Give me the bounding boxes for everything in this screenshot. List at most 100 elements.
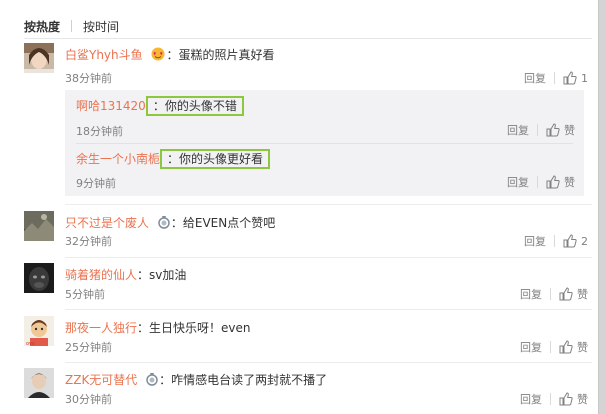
like-button[interactable]: 赞 xyxy=(546,174,575,190)
sub-reply-actions: 回复 赞 xyxy=(507,174,575,190)
like-count: 1 xyxy=(581,71,588,85)
comment-time: 5分钟前 xyxy=(65,288,105,301)
comment-time: 38分钟前 xyxy=(65,72,112,85)
sort-by-time-tab[interactable]: 按时间 xyxy=(83,18,119,35)
username-link[interactable]: 白鲨Yhyh斗鱼 xyxy=(65,48,143,62)
action-separator xyxy=(554,72,555,84)
username-link[interactable]: 啊哈131420 xyxy=(76,99,146,113)
comment-text: 白鲨Yhyh斗鱼 ：蛋糕的照片真好看 xyxy=(65,46,275,64)
avatar[interactable]: ovs xyxy=(24,316,54,346)
medal-badge-icon[interactable] xyxy=(157,215,171,232)
like-label: 赞 xyxy=(577,393,588,406)
svg-text:ovs: ovs xyxy=(26,341,35,346)
comment-item: 骑着猪的仙人：sv加油 5分钟前 回复 赞 xyxy=(24,263,592,308)
like-button[interactable]: 1 xyxy=(563,71,588,85)
action-separator xyxy=(550,393,551,405)
sub-reply-text: 啊哈131420 ：你的头像不错 xyxy=(76,96,244,116)
avatar[interactable] xyxy=(24,211,54,241)
sub-reply-time: 18分钟前 xyxy=(76,125,123,138)
comment-body: sv加油 xyxy=(149,268,187,282)
comment-item: ovs 那夜一人独行：生日快乐呀！even 25分钟前 回复 赞 xyxy=(24,316,592,361)
heart-eyes-badge-icon[interactable] xyxy=(150,47,166,64)
comment-text: 只不过是个废人 ：给EVEN点个赞吧 xyxy=(65,214,275,232)
thumbs-up-icon xyxy=(563,71,577,85)
reply-button[interactable]: 回复 xyxy=(520,339,542,355)
comment-body: 给EVEN点个赞吧 xyxy=(182,216,276,230)
username-link[interactable]: 那夜一人独行 xyxy=(65,321,137,335)
username-link[interactable]: 只不过是个废人 xyxy=(65,216,149,230)
comment-actions: 回复 赞 xyxy=(520,391,588,407)
like-label: 赞 xyxy=(577,341,588,354)
comment-text: ZZK无可替代 ：咋情感电台读了两封就不播了 xyxy=(65,371,327,389)
like-button[interactable]: 赞 xyxy=(559,391,588,407)
thumbs-up-icon xyxy=(559,287,573,301)
colon: ： xyxy=(167,152,180,166)
username-link[interactable]: ZZK无可替代 xyxy=(65,373,137,387)
reply-button[interactable]: 回复 xyxy=(507,122,529,138)
colon: ： xyxy=(137,268,150,282)
comment-text: 骑着猪的仙人：sv加油 xyxy=(65,266,186,283)
action-separator xyxy=(550,341,551,353)
comment-body: 生日快乐呀！even xyxy=(149,321,251,335)
scrollbar-track[interactable] xyxy=(598,0,605,414)
sub-reply-list: 啊哈131420 ：你的头像不错 18分钟前 回复 赞 余生一个小南栀 ：你的头像更… xyxy=(65,90,584,196)
header-divider xyxy=(24,38,592,39)
sub-reply-text: 余生一个小南栀 ：你的头像更好看 xyxy=(76,149,271,169)
sort-tabs: 按热度 按时间 xyxy=(24,18,119,34)
thumbs-up-icon xyxy=(546,175,560,189)
colon: ： xyxy=(170,216,183,230)
colon: ： xyxy=(166,48,179,62)
action-separator xyxy=(550,288,551,300)
reply-button[interactable]: 回复 xyxy=(520,286,542,302)
action-separator xyxy=(554,235,555,247)
sort-by-hot-tab[interactable]: 按热度 xyxy=(24,18,60,35)
sub-reply-body: 你的头像更好看 xyxy=(179,152,264,166)
reply-button[interactable]: 回复 xyxy=(524,233,546,249)
action-separator xyxy=(537,124,538,136)
sub-reply-actions: 回复 赞 xyxy=(507,122,575,138)
thumbs-up-icon xyxy=(559,340,573,354)
sub-reply-time: 9分钟前 xyxy=(76,177,116,190)
medal-badge-icon[interactable] xyxy=(145,372,159,389)
like-button[interactable]: 赞 xyxy=(559,339,588,355)
comment-item: 只不过是个废人 ：给EVEN点个赞吧 32分钟前 回复 2 xyxy=(24,211,592,256)
like-label: 赞 xyxy=(577,288,588,301)
username-link[interactable]: 余生一个小南栀 xyxy=(76,152,160,166)
comment-time: 30分钟前 xyxy=(65,393,112,406)
reply-button[interactable]: 回复 xyxy=(520,391,542,407)
avatar[interactable] xyxy=(24,43,54,73)
colon: ： xyxy=(159,373,172,387)
action-separator xyxy=(537,176,538,188)
like-button[interactable]: 赞 xyxy=(559,286,588,302)
thumbs-up-icon xyxy=(563,234,577,248)
colon: ： xyxy=(137,321,150,335)
highlighted-reply-text: ：你的头像不错 xyxy=(145,96,244,116)
comment-actions: 回复 赞 xyxy=(520,339,588,355)
sub-reply-item: 余生一个小南栀 ：你的头像更好看 9分钟前 回复 赞 xyxy=(65,144,584,196)
comment-time: 25分钟前 xyxy=(65,341,112,354)
sub-reply-item: 啊哈131420 ：你的头像不错 18分钟前 回复 赞 xyxy=(65,90,584,143)
sub-reply-body: 你的头像不错 xyxy=(164,99,237,113)
thumbs-up-icon xyxy=(546,123,560,137)
avatar[interactable] xyxy=(24,368,54,398)
colon: ： xyxy=(152,99,165,113)
reply-button[interactable]: 回复 xyxy=(507,174,529,190)
like-button[interactable]: 2 xyxy=(563,234,588,248)
comment-divider xyxy=(65,362,592,363)
comment-text: 那夜一人独行：生日快乐呀！even xyxy=(65,319,251,336)
comment-actions: 回复 赞 xyxy=(520,286,588,302)
comment-actions: 回复 1 xyxy=(524,70,588,86)
like-label: 赞 xyxy=(564,176,575,189)
like-button[interactable]: 赞 xyxy=(546,122,575,138)
comment-divider xyxy=(65,204,592,205)
comment-body: 蛋糕的照片真好看 xyxy=(178,48,275,62)
avatar[interactable] xyxy=(24,263,54,293)
username-link[interactable]: 骑着猪的仙人 xyxy=(65,268,137,282)
sort-separator xyxy=(71,20,73,32)
highlighted-reply-text: ：你的头像更好看 xyxy=(160,149,271,169)
comment-actions: 回复 2 xyxy=(524,233,588,249)
comment-item: ZZK无可替代 ：咋情感电台读了两封就不播了 30分钟前 回复 赞 xyxy=(24,368,592,414)
reply-button[interactable]: 回复 xyxy=(524,70,546,86)
like-count: 2 xyxy=(581,234,588,248)
like-label: 赞 xyxy=(564,124,575,137)
